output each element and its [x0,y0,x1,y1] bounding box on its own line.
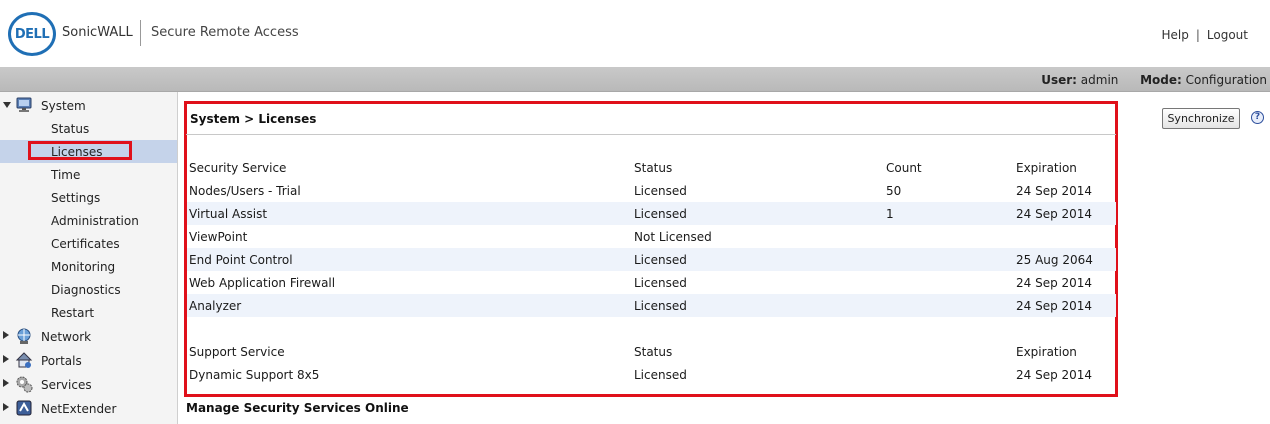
column-header: Status [634,161,673,175]
service-expiration: 24 Sep 2014 [1016,276,1093,290]
session-info: User: admin Mode: Configuration [1041,73,1267,87]
column-header: Count [886,161,922,175]
service-status: Not Licensed [634,230,712,244]
user-value: admin [1080,73,1119,87]
table-row: Dynamic Support 8x5 Licensed 24 Sep 2014 [187,363,1116,386]
service-expiration: 24 Sep 2014 [1016,299,1093,313]
service-status: Licensed [634,253,687,267]
sidebar-item-status[interactable]: Status [0,117,177,140]
service-name: Web Application Firewall [189,276,336,290]
monitor-icon [16,97,32,112]
sidebar-item-certificates[interactable]: Certificates [0,232,177,255]
service-status: Licensed [634,276,687,290]
sidebar-item-settings[interactable]: Settings [0,186,177,209]
sidebar-group-services[interactable]: Services [0,373,177,395]
expand-arrow-icon[interactable] [3,379,9,387]
mode-label: Mode: [1140,73,1182,87]
help-icon[interactable]: ? [1251,111,1264,124]
sidebar-group-label: System [41,99,86,113]
sidebar-item-label: Time [51,168,81,182]
sidebar-item-monitoring[interactable]: Monitoring [0,255,177,278]
column-header: Expiration [1016,345,1077,359]
service-expiration: 24 Sep 2014 [1016,207,1093,221]
gears-icon [16,376,33,393]
expand-arrow-icon[interactable] [3,331,9,339]
support-expiration: 24 Sep 2014 [1016,368,1093,382]
service-status: Licensed [634,184,687,198]
sidebar-item-label: Licenses [51,145,103,159]
table-row: Analyzer Licensed 24 Sep 2014 [187,294,1116,317]
service-count: 50 [886,184,902,198]
service-count: 1 [886,207,894,221]
sidebar-item-label: Administration [51,214,139,228]
globe-icon [17,328,31,344]
manage-services-heading: Manage Security Services Online [186,401,409,415]
sidebar-group-label: Services [41,378,92,392]
service-name: ViewPoint [189,230,248,244]
sidebar-group-label: Portals [41,354,82,368]
logout-link[interactable]: Logout [1207,28,1248,42]
product-title: Secure Remote Access [151,25,299,40]
service-name: Analyzer [189,299,242,313]
service-status: Licensed [634,207,687,221]
sidebar-item-time[interactable]: Time [0,163,177,186]
column-header: Support Service [189,345,285,359]
table-header-row: Security Service Status Count Expiration [187,156,1116,179]
sidebar-item-label: Restart [51,306,95,320]
sidebar-item-label: Settings [51,191,101,205]
sidebar-group-portals[interactable]: Portals [0,349,177,371]
support-header-row: Support Service Status Expiration [187,340,1116,363]
house-icon [15,352,33,368]
sidebar-item-label: Certificates [51,237,120,251]
table-row: Virtual Assist Licensed 1 24 Sep 2014 [187,202,1116,225]
top-links: Help | Logout [1162,28,1249,42]
service-name: Nodes/Users - Trial [189,184,301,198]
table-row: ViewPoint Not Licensed [187,225,1116,248]
service-name: End Point Control [189,253,293,267]
sidebar: System Status Licenses Time Settings Adm… [0,92,178,424]
service-name: Virtual Assist [189,207,268,221]
sidebar-item-diagnostics[interactable]: Diagnostics [0,278,177,301]
user-label: User: [1041,73,1077,87]
sidebar-item-label: Monitoring [51,260,116,274]
mode-value: Configuration [1185,73,1267,87]
header-divider [140,20,141,46]
support-status: Licensed [634,368,687,382]
table-row: End Point Control Licensed 25 Aug 2064 [187,248,1116,271]
netextender-icon [16,400,32,416]
sidebar-item-restart[interactable]: Restart [0,301,177,324]
sidebar-item-label: Status [51,122,90,136]
sidebar-group-netextender[interactable]: NetExtender [0,397,177,419]
service-expiration: 25 Aug 2064 [1016,253,1093,267]
expand-arrow-icon[interactable] [3,403,9,411]
column-header: Security Service [189,161,287,175]
breadcrumb: System > Licenses [190,112,317,126]
sidebar-group-label: Network [41,330,92,344]
sidebar-group-label: NetExtender [41,402,117,416]
sidebar-group-system[interactable]: System [0,94,177,116]
expand-arrow-icon[interactable] [3,355,9,363]
service-expiration: 24 Sep 2014 [1016,184,1093,198]
table-row: Nodes/Users - Trial Licensed 50 24 Sep 2… [187,179,1116,202]
support-name: Dynamic Support 8x5 [189,368,320,382]
status-bar: User: admin Mode: Configuration [0,67,1270,92]
synchronize-button[interactable]: Synchronize [1162,108,1240,129]
brand-name: SonicWALL [62,25,133,40]
service-status: Licensed [634,299,687,313]
help-link[interactable]: Help [1162,28,1189,42]
title-divider [186,134,1116,135]
sidebar-item-label: Diagnostics [51,283,121,297]
link-separator: | [1195,28,1200,42]
column-header: Expiration [1016,161,1077,175]
column-header: Status [634,345,673,359]
table-row: Web Application Firewall Licensed 24 Sep… [187,271,1116,294]
expand-arrow-icon[interactable] [3,102,11,108]
dell-logo: DELL [8,12,56,56]
sidebar-item-administration[interactable]: Administration [0,209,177,232]
sidebar-item-licenses[interactable]: Licenses [0,140,177,163]
sidebar-group-network[interactable]: Network [0,325,177,347]
